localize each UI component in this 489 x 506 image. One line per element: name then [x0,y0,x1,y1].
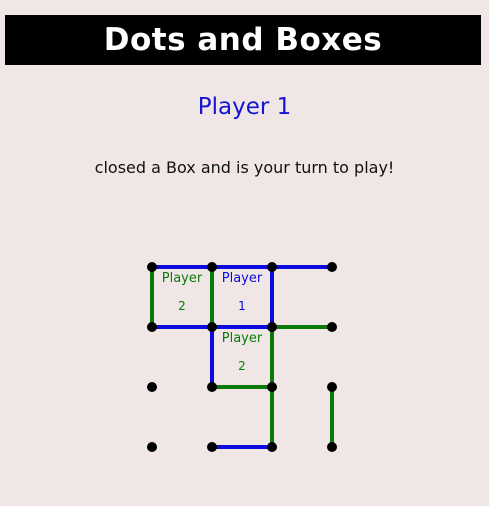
board-dot [207,322,217,332]
board-dot [267,442,277,452]
board-dot [327,262,337,272]
board-dot [267,382,277,392]
board-dot [147,322,157,332]
box-owner-label: Player [222,331,263,346]
box-owner-label: Player [162,271,203,286]
board-dot [267,262,277,272]
box-owner-number: 2 [178,299,186,313]
box-owner-label: Player [222,271,263,286]
board-dot [267,322,277,332]
board-dot [207,262,217,272]
board-dot [147,262,157,272]
box-owner-number: 2 [238,359,246,373]
box-owner-number: 1 [238,299,246,313]
board-dot [147,442,157,452]
board-dot [327,322,337,332]
board-dot [327,442,337,452]
board-dot [207,382,217,392]
board-dot [327,382,337,392]
board-dot [147,382,157,392]
game-board[interactable]: Player 2 Player 1 Player 2 [0,0,489,506]
board-dot [207,442,217,452]
